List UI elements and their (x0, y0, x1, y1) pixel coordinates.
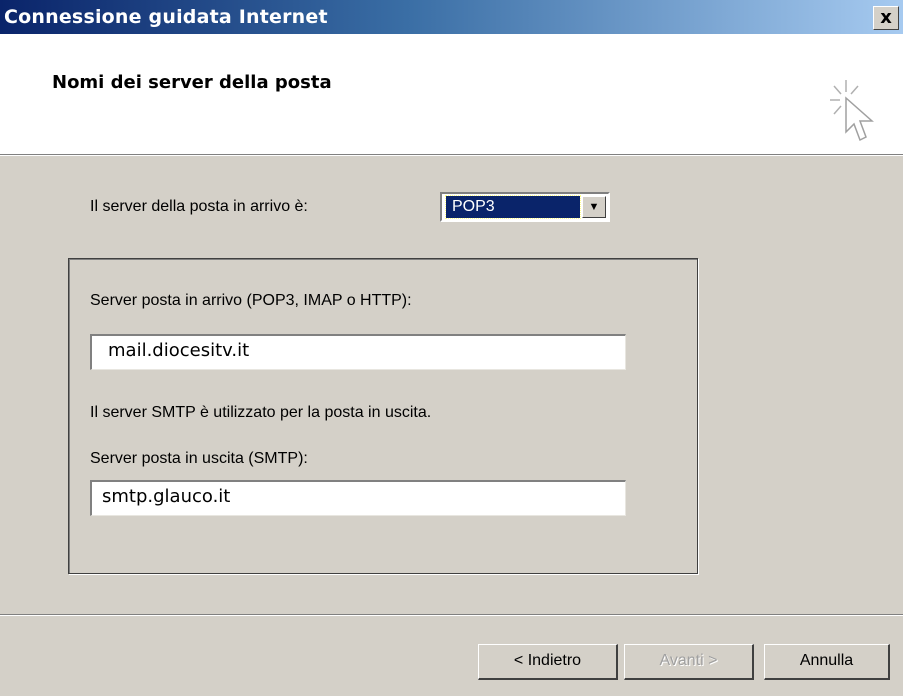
close-button[interactable]: x (873, 6, 899, 30)
header-divider (0, 154, 903, 156)
incoming-server-type-value: POP3 (445, 195, 581, 219)
incoming-server-label: Server posta in arrivo (POP3, IMAP o HTT… (90, 292, 412, 309)
next-button[interactable]: Avanti > (624, 644, 754, 680)
incoming-type-label: Il server della posta in arrivo è: (90, 198, 308, 215)
outgoing-server-input[interactable]: smtp.glauco.it (90, 480, 626, 516)
smtp-note: Il server SMTP è utilizzato per la posta… (90, 404, 432, 421)
incoming-server-input[interactable]: mail.diocesitv.it (90, 334, 626, 370)
footer-divider (0, 614, 903, 616)
title-bar: Connessione guidata Internet x (0, 0, 903, 34)
chevron-down-icon[interactable]: ▼ (582, 196, 606, 218)
wizard-header: Nomi dei server della posta (0, 34, 903, 154)
page-title: Nomi dei server della posta (52, 72, 332, 93)
wizard-cursor-icon (830, 80, 874, 142)
incoming-server-type-select[interactable]: POP3 ▼ (440, 192, 610, 222)
outgoing-server-label: Server posta in uscita (SMTP): (90, 450, 308, 467)
cancel-button[interactable]: Annulla (764, 644, 890, 680)
window-title: Connessione guidata Internet (4, 6, 328, 28)
back-button[interactable]: < Indietro (478, 644, 618, 680)
